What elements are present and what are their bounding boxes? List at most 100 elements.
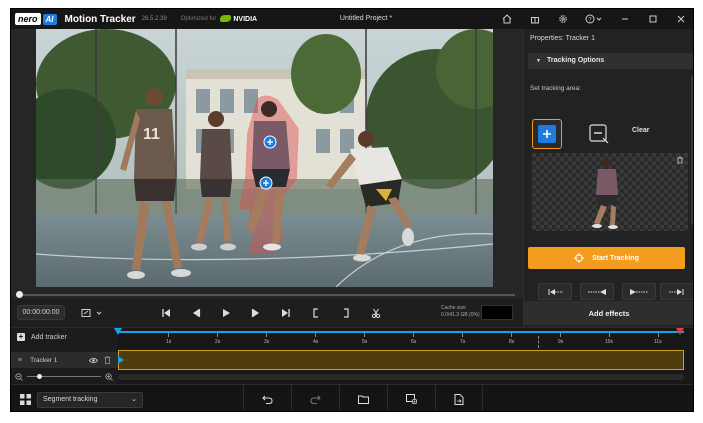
home-icon[interactable] bbox=[493, 9, 521, 29]
add-area-button[interactable] bbox=[532, 119, 562, 149]
trash-icon[interactable] bbox=[676, 156, 684, 164]
cache-value: 0.0/41.3 GB (0%) bbox=[441, 312, 480, 318]
track-to-end-button[interactable] bbox=[660, 283, 693, 300]
scissors-icon[interactable] bbox=[369, 305, 383, 320]
bottom-toolbar: Segment tracking ⌄ bbox=[11, 384, 693, 411]
tick-mark bbox=[560, 333, 561, 337]
tick-mark bbox=[511, 333, 512, 337]
tick-mark bbox=[658, 333, 659, 337]
visibility-eye-icon[interactable] bbox=[89, 357, 98, 364]
track-to-start-button[interactable] bbox=[538, 283, 572, 300]
close-icon[interactable] bbox=[667, 9, 693, 29]
play-icon[interactable] bbox=[219, 305, 233, 320]
next-frame-icon[interactable] bbox=[249, 305, 263, 320]
help-icon[interactable]: ? bbox=[577, 9, 611, 29]
gear-icon[interactable] bbox=[549, 9, 577, 29]
tick-label: 9s bbox=[558, 339, 564, 345]
crosshair-icon bbox=[574, 253, 585, 263]
go-to-end-icon[interactable] bbox=[279, 305, 293, 320]
title-bar-actions: ? bbox=[493, 9, 693, 29]
subtract-area-icon bbox=[589, 124, 609, 144]
gift-icon[interactable] bbox=[521, 9, 549, 29]
redo-icon bbox=[310, 395, 321, 404]
apps-grid-icon[interactable] bbox=[20, 394, 31, 405]
tick-mark bbox=[315, 333, 316, 337]
tracking-mode-select[interactable]: Segment tracking ⌄ bbox=[37, 392, 143, 408]
tick-label: 7s bbox=[460, 339, 466, 345]
import-media-button[interactable] bbox=[387, 385, 435, 411]
open-folder-button[interactable] bbox=[339, 385, 387, 411]
preview-subject bbox=[592, 158, 618, 229]
keyframe-icon[interactable] bbox=[118, 356, 124, 364]
tick-label: 11s bbox=[654, 339, 662, 345]
add-tracker-plus-icon: + bbox=[17, 332, 25, 341]
start-tracking-button[interactable]: Start Tracking bbox=[528, 247, 685, 269]
tick-mark bbox=[168, 333, 169, 337]
track-backward-icon bbox=[588, 288, 606, 295]
zoom-out-icon[interactable] bbox=[15, 373, 23, 381]
tick-label: 5s bbox=[362, 339, 368, 345]
subtract-area-button[interactable] bbox=[584, 119, 614, 149]
delete-tracker-icon[interactable] bbox=[104, 356, 111, 364]
tick-mark bbox=[266, 333, 267, 337]
project-title: Untitled Project * bbox=[339, 15, 393, 22]
view-mode-dropdown[interactable] bbox=[79, 305, 107, 320]
zoom-in-icon[interactable] bbox=[105, 373, 113, 381]
redo-button[interactable] bbox=[291, 385, 339, 411]
timeline-track-list: + Add tracker ≡ Tracker 1 bbox=[11, 328, 118, 385]
timeline-scrollbar[interactable] bbox=[118, 374, 684, 380]
track-forward-icon bbox=[630, 288, 648, 295]
timeline: + Add tracker ≡ Tracker 1 1s 2s 3s 4s 5s… bbox=[11, 327, 693, 385]
previous-frame-icon[interactable] bbox=[189, 305, 203, 320]
tick-mark bbox=[413, 333, 414, 337]
tracking-mode-value: Segment tracking bbox=[43, 396, 98, 403]
minimize-icon[interactable] bbox=[611, 9, 639, 29]
drag-handle-icon[interactable]: ≡ bbox=[18, 357, 22, 364]
playhead-marker[interactable] bbox=[114, 328, 122, 335]
ruler-progress-line bbox=[118, 331, 684, 333]
tick-label: 6s bbox=[411, 339, 417, 345]
end-marker[interactable] bbox=[676, 328, 684, 335]
mark-in-icon[interactable] bbox=[309, 305, 323, 320]
tracker-clip[interactable] bbox=[118, 350, 684, 370]
video-viewer: 11 bbox=[11, 29, 523, 299]
timeline-ruler[interactable]: 1s 2s 3s 4s 5s 6s 7s 8s 9s 10s 11s bbox=[114, 328, 684, 350]
undo-button[interactable] bbox=[243, 385, 291, 411]
mark-out-icon[interactable] bbox=[339, 305, 353, 320]
tick-mark bbox=[364, 333, 365, 337]
panel-title: Properties: Tracker 1 bbox=[530, 35, 595, 42]
track-backward-button[interactable] bbox=[580, 283, 614, 300]
timecode-field[interactable]: 00:00:00:00 bbox=[17, 305, 65, 320]
video-frame[interactable]: 11 bbox=[36, 29, 493, 287]
video-scrubber[interactable] bbox=[16, 291, 515, 298]
tracking-options-header[interactable]: ▼ Tracking Options bbox=[528, 53, 693, 69]
add-area-icon bbox=[538, 125, 556, 143]
tracker-row[interactable]: ≡ Tracker 1 bbox=[11, 352, 118, 368]
scrubber-handle[interactable] bbox=[16, 291, 23, 298]
track-forward-button[interactable] bbox=[622, 283, 656, 300]
tick-label: 1s bbox=[166, 339, 172, 345]
tick-label: 2s bbox=[215, 339, 221, 345]
add-tracker-button[interactable]: + Add tracker bbox=[17, 333, 67, 341]
export-button[interactable] bbox=[435, 385, 483, 411]
tick-mark bbox=[609, 333, 610, 337]
go-to-start-icon[interactable] bbox=[159, 305, 173, 320]
tick-label: 4s bbox=[313, 339, 319, 345]
app-window: nero AI Motion Tracker 26.5.2.39 Optimiz… bbox=[10, 8, 694, 412]
logo-nero: nero bbox=[15, 13, 41, 25]
zoom-slider-handle[interactable] bbox=[37, 374, 42, 379]
title-bar: nero AI Motion Tracker 26.5.2.39 Optimiz… bbox=[11, 9, 693, 29]
cache-label: Cache size bbox=[441, 305, 466, 311]
add-tracker-label: Add tracker bbox=[31, 333, 67, 341]
tick-label: 8s bbox=[509, 339, 515, 345]
maximize-icon[interactable] bbox=[639, 9, 667, 29]
add-effects-button[interactable]: Add effects bbox=[523, 301, 693, 325]
cache-info: Cache size 0.0/41.3 GB (0%) bbox=[441, 305, 480, 319]
app-version: 26.5.2.39 bbox=[141, 16, 167, 22]
folder-icon bbox=[358, 395, 369, 404]
panel-scrollbar[interactable] bbox=[691, 75, 693, 225]
svg-text:11: 11 bbox=[143, 126, 160, 143]
start-tracking-label: Start Tracking bbox=[592, 254, 639, 262]
optimized-for-label: Optimized for bbox=[180, 16, 217, 22]
clear-button[interactable]: Clear bbox=[632, 127, 650, 134]
